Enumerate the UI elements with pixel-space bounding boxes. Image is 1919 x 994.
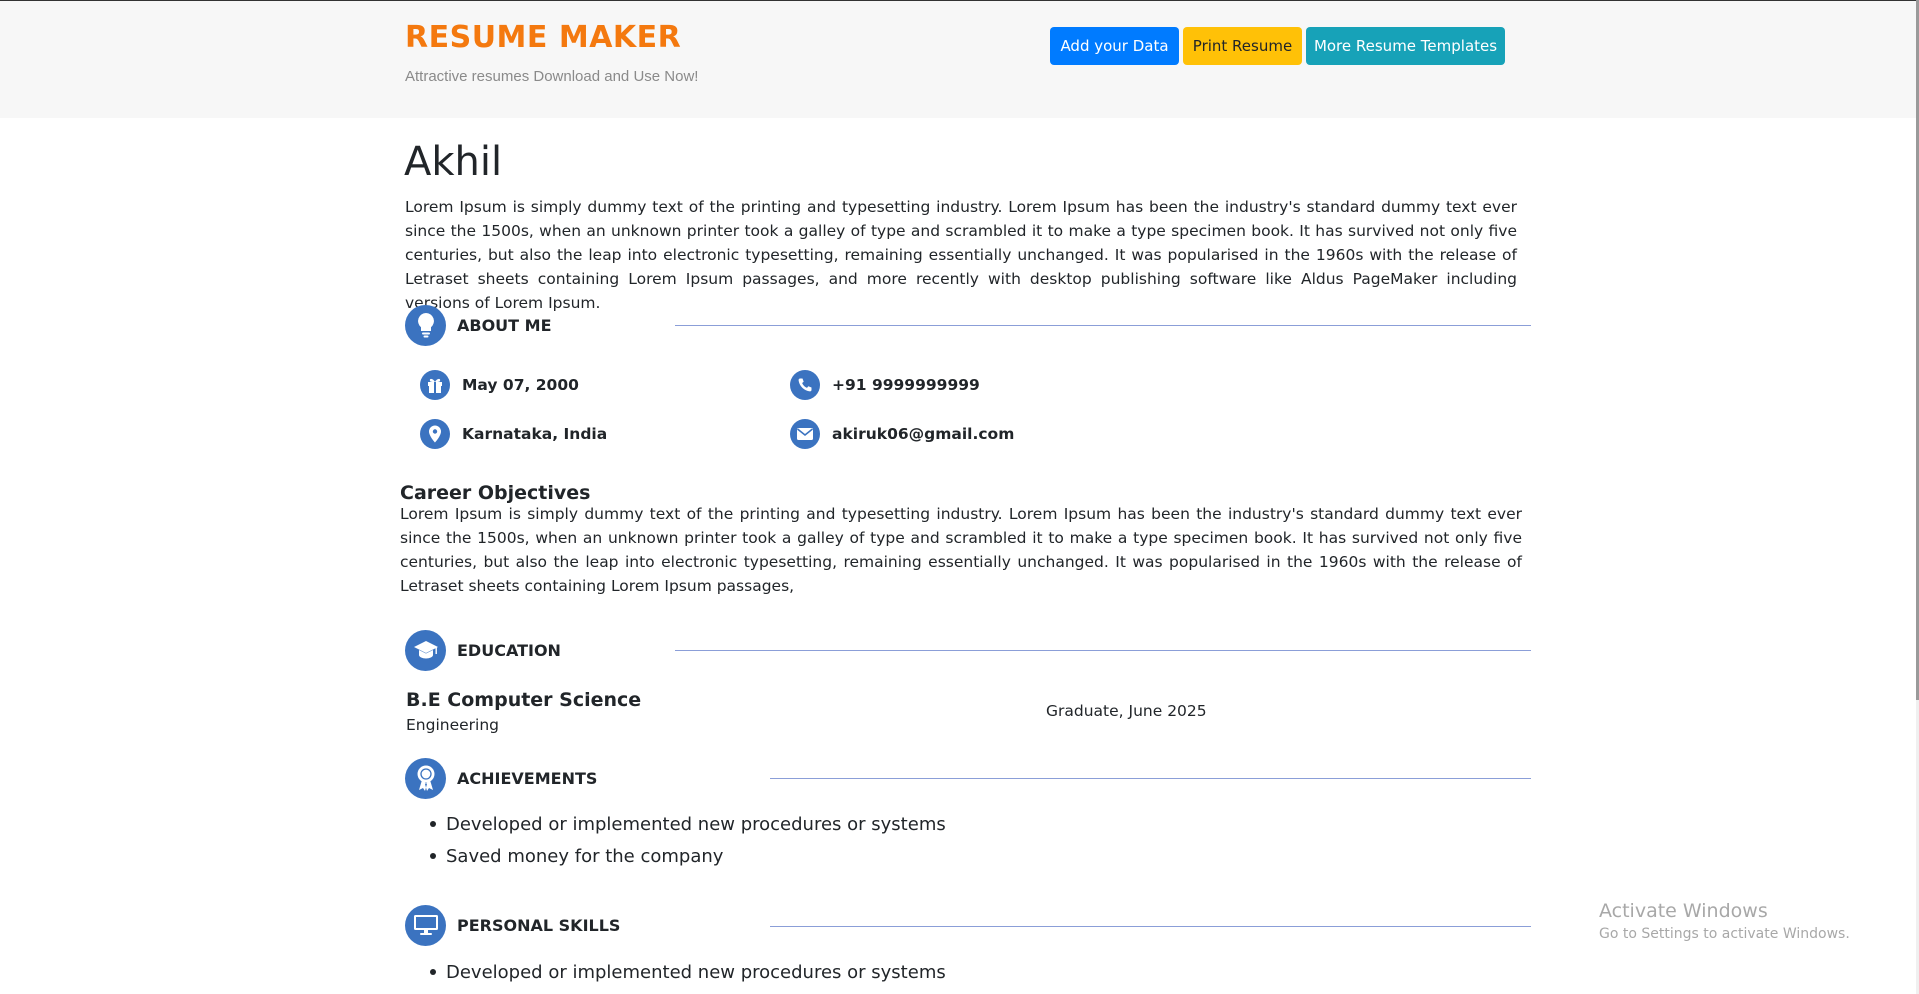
degree-title: B.E Computer Science	[406, 689, 642, 711]
info-email: akiruk06@gmail.com	[790, 419, 1014, 449]
intro-paragraph: Lorem Ipsum is simply dummy text of the …	[405, 198, 1517, 312]
envelope-icon	[790, 419, 820, 449]
monitor-icon	[405, 904, 446, 946]
section-divider	[770, 926, 1531, 927]
more-templates-button[interactable]: More Resume Templates	[1306, 27, 1505, 65]
phone-icon	[790, 370, 820, 400]
info-dob: May 07, 2000	[420, 370, 579, 400]
section-divider	[675, 650, 1531, 651]
achievements-list: Developed or implemented new procedures …	[430, 808, 946, 872]
education-title: EDUCATION	[457, 640, 561, 660]
award-icon	[405, 757, 446, 799]
section-divider	[770, 778, 1531, 779]
achievements-heading: ACHIEVEMENTS	[405, 757, 597, 799]
personal-skills-list: Developed or implemented new procedures …	[430, 956, 946, 988]
career-objectives-title: Career Objectives	[400, 482, 591, 504]
brand-title[interactable]: RESUME MAKER	[405, 20, 681, 55]
email-value[interactable]: akiruk06@gmail.com	[832, 425, 1014, 443]
gift-icon	[420, 370, 450, 400]
degree-field: Engineering	[406, 716, 499, 734]
dob-value: May 07, 2000	[462, 376, 579, 394]
activate-windows-title: Activate Windows	[1599, 900, 1768, 922]
resume-name: Akhil	[404, 139, 503, 185]
list-item: Saved money for the company	[430, 840, 946, 872]
graduation-cap-icon	[405, 629, 446, 671]
lightbulb-icon	[405, 304, 446, 346]
site-header: RESUME MAKER Attractive resumes Download…	[0, 1, 1919, 118]
brand-subtitle: Attractive resumes Download and Use Now!	[405, 68, 699, 85]
list-item: Developed or implemented new procedures …	[430, 808, 946, 840]
phone-value[interactable]: +91 9999999999	[832, 376, 980, 394]
about-me-heading: ABOUT ME	[405, 304, 552, 346]
section-divider	[675, 325, 1531, 326]
personal-skills-title: PERSONAL SKILLS	[457, 915, 621, 935]
print-resume-button[interactable]: Print Resume	[1183, 27, 1302, 65]
add-data-button[interactable]: Add your Data	[1050, 27, 1179, 65]
career-objectives-text: Lorem Ipsum is simply dummy text of the …	[400, 505, 1522, 595]
education-heading: EDUCATION	[405, 629, 561, 671]
location-pin-icon	[420, 419, 450, 449]
about-me-title: ABOUT ME	[457, 315, 552, 335]
location-value: Karnataka, India	[462, 425, 608, 443]
info-phone: +91 9999999999	[790, 370, 980, 400]
personal-skills-heading: PERSONAL SKILLS	[405, 904, 620, 946]
activate-windows-subtitle: Go to Settings to activate Windows.	[1599, 926, 1850, 942]
list-item: Developed or implemented new procedures …	[430, 956, 946, 988]
achievements-title: ACHIEVEMENTS	[457, 768, 598, 788]
info-location: Karnataka, India	[420, 419, 607, 449]
graduation-date: Graduate, June 2025	[1046, 702, 1207, 720]
